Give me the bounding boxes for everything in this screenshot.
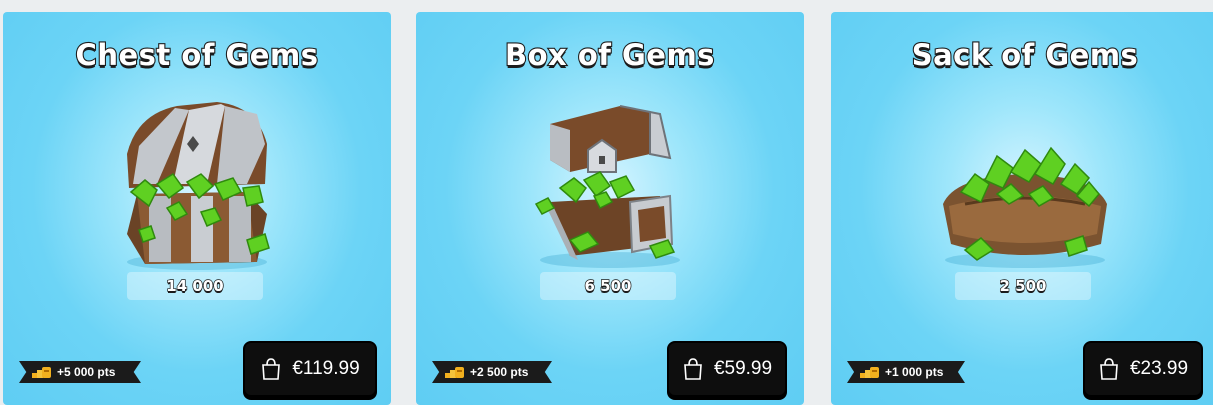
- offers-row: Chest of Gems 14 000 +5 000 pts €119.99 …: [0, 0, 1213, 405]
- shopping-bag-icon: [1100, 358, 1118, 380]
- points-tag: +5 000 pts: [19, 361, 141, 383]
- price-label: €59.99: [713, 358, 773, 379]
- gem-sack-icon: [943, 146, 1107, 268]
- price-label: €119.99: [292, 358, 360, 379]
- gem-box-icon: [534, 105, 680, 268]
- offer-title: Sack of Gems: [911, 37, 1139, 73]
- offer-card-box[interactable]: Box of Gems 6 500 +2 500 pts €59.99: [416, 12, 804, 405]
- points-label: +5 000 pts: [57, 365, 116, 379]
- buy-button[interactable]: €59.99: [667, 341, 787, 397]
- buy-button[interactable]: €119.99: [243, 341, 377, 397]
- gem-amount: 2 500: [955, 272, 1091, 300]
- shopping-bag-icon: [684, 358, 702, 380]
- points-label: +1 000 pts: [885, 365, 944, 379]
- gem-amount: 6 500: [540, 272, 676, 300]
- offer-card-chest[interactable]: Chest of Gems 14 000 +5 000 pts €119.99: [3, 12, 391, 405]
- offer-title: Box of Gems: [504, 37, 716, 73]
- offer-card-sack[interactable]: Sack of Gems 2 500 +1 000 pts €23.99: [831, 12, 1213, 405]
- gem-chest-icon: [127, 102, 270, 270]
- shopping-bag-icon: [262, 358, 281, 380]
- coin-stack-icon: [860, 367, 879, 378]
- points-tag: +1 000 pts: [847, 361, 965, 383]
- coin-stack-icon: [32, 367, 51, 378]
- price-label: €23.99: [1129, 358, 1189, 379]
- buy-button[interactable]: €23.99: [1083, 341, 1203, 397]
- points-tag: +2 500 pts: [432, 361, 552, 383]
- gem-amount: 14 000: [127, 272, 263, 300]
- coin-stack-icon: [445, 367, 464, 378]
- offer-title: Chest of Gems: [74, 37, 319, 73]
- points-label: +2 500 pts: [470, 365, 529, 379]
